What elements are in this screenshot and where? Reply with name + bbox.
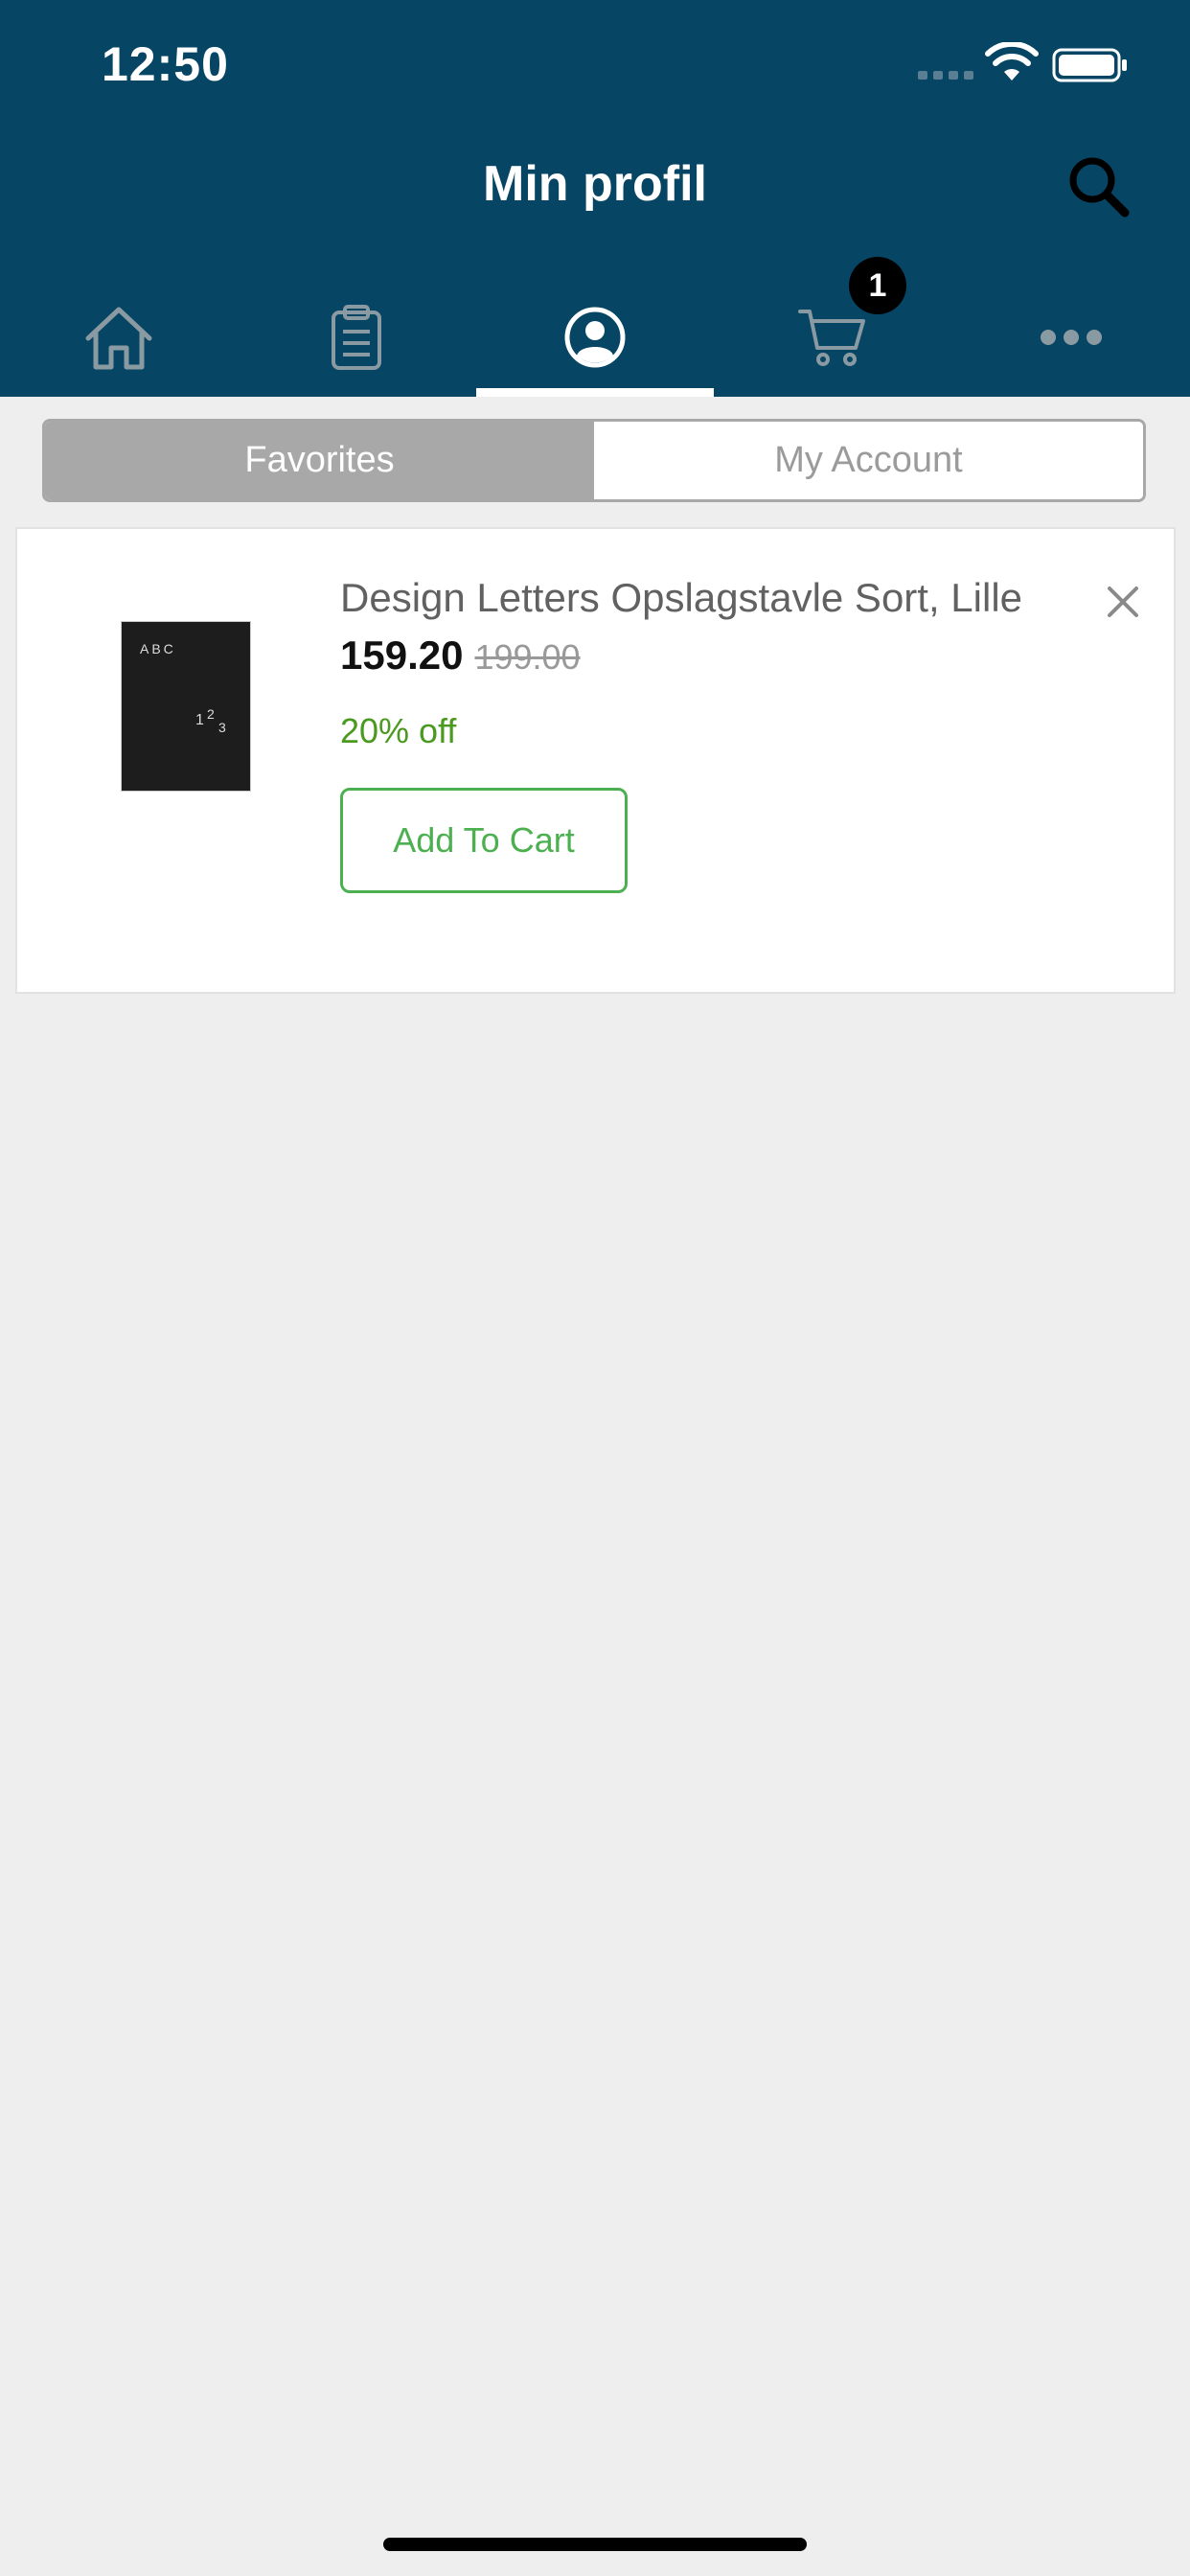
cart-badge: 1 — [849, 257, 906, 314]
product-name[interactable]: Design Letters Opslagstavle Sort, Lille — [340, 575, 1022, 621]
tab-more[interactable] — [952, 278, 1190, 397]
status-time: 12:50 — [102, 37, 229, 91]
price-original: 199.00 — [474, 637, 581, 677]
page-title: Min profil — [483, 156, 707, 212]
segment-favorites[interactable]: Favorites — [45, 422, 594, 499]
svg-text:ABC: ABC — [140, 641, 176, 656]
home-indicator[interactable] — [383, 2538, 807, 2551]
tab-cart[interactable] — [714, 278, 951, 397]
price-row: 159.20 199.00 — [340, 632, 581, 678]
tab-orders[interactable] — [238, 278, 475, 397]
segmented-control: Favorites My Account — [42, 419, 1146, 502]
product-image[interactable]: ABC 1 2 3 — [121, 621, 251, 792]
tab-bar — [0, 278, 1190, 397]
profile-icon — [564, 307, 626, 368]
favorite-item-card: ABC 1 2 3 Design Letters Opslagstavle So… — [15, 527, 1176, 994]
tab-home[interactable] — [0, 278, 238, 397]
close-icon[interactable] — [1102, 581, 1144, 623]
tab-profile[interactable] — [476, 278, 714, 397]
more-icon — [1041, 330, 1102, 345]
price-current: 159.20 — [340, 632, 464, 678]
cellular-signal-icon — [918, 71, 973, 80]
search-icon[interactable] — [1065, 153, 1131, 218]
home-icon — [85, 307, 152, 370]
svg-text:2: 2 — [207, 706, 215, 722]
svg-text:3: 3 — [218, 720, 226, 735]
discount-label: 20% off — [340, 711, 457, 750]
segment-my-account[interactable]: My Account — [594, 422, 1143, 499]
battery-icon — [1052, 48, 1127, 82]
cart-icon — [798, 310, 865, 366]
wifi-icon — [985, 42, 1039, 80]
app-header: 12:50 Min profil 1 — [0, 0, 1190, 397]
svg-text:1: 1 — [195, 712, 204, 728]
add-to-cart-button[interactable]: Add To Cart — [340, 788, 628, 893]
clipboard-icon — [332, 305, 381, 370]
